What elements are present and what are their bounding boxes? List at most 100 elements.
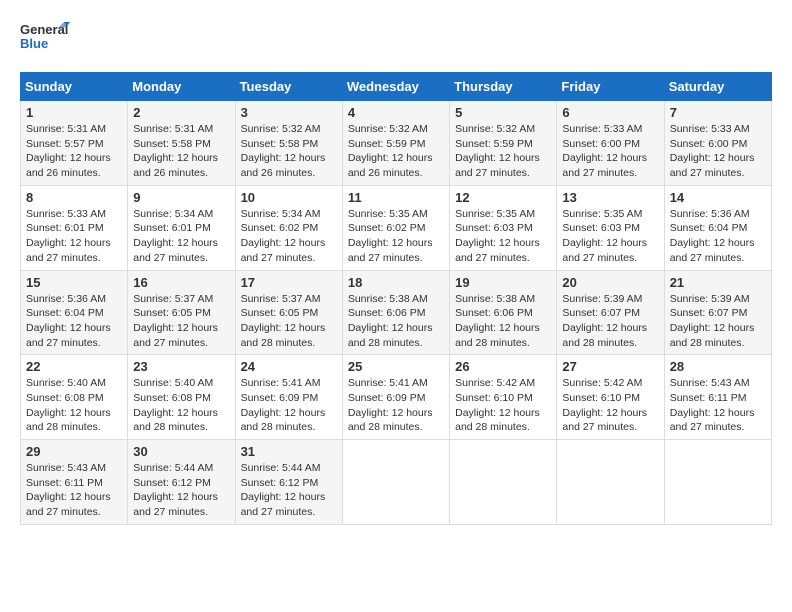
day-info: Sunrise: 5:33 AMSunset: 6:00 PMDaylight:… [670,122,766,181]
day-number: 19 [455,275,551,290]
day-info: Sunrise: 5:35 AMSunset: 6:02 PMDaylight:… [348,207,444,266]
day-number: 21 [670,275,766,290]
weekday-header: Sunday [21,73,128,101]
day-number: 14 [670,190,766,205]
day-info: Sunrise: 5:42 AMSunset: 6:10 PMDaylight:… [562,376,658,435]
day-number: 7 [670,105,766,120]
day-info: Sunrise: 5:34 AMSunset: 6:02 PMDaylight:… [241,207,337,266]
day-info: Sunrise: 5:41 AMSunset: 6:09 PMDaylight:… [348,376,444,435]
day-number: 1 [26,105,122,120]
calendar-cell: 20Sunrise: 5:39 AMSunset: 6:07 PMDayligh… [557,270,664,355]
calendar-cell: 22 Sunrise: 5:40 AMSunset: 6:08 PMDayligh… [21,355,128,440]
day-number: 23 [133,359,229,374]
day-info: Sunrise: 5:43 AMSunset: 6:11 PMDaylight:… [670,376,766,435]
day-info: Sunrise: 5:37 AMSunset: 6:05 PMDaylight:… [133,292,229,351]
day-number: 12 [455,190,551,205]
day-info: Sunrise: 5:33 AMSunset: 6:00 PMDaylight:… [562,122,658,181]
calendar-cell [664,440,771,525]
day-info: Sunrise: 5:38 AMSunset: 6:06 PMDaylight:… [348,292,444,351]
day-number: 28 [670,359,766,374]
day-info: Sunrise: 5:35 AMSunset: 6:03 PMDaylight:… [455,207,551,266]
day-number: 29 [26,444,122,459]
day-info: Sunrise: 5:40 AMSunset: 6:08 PMDaylight:… [26,376,122,435]
day-info: Sunrise: 5:37 AMSunset: 6:05 PMDaylight:… [241,292,337,351]
day-number: 25 [348,359,444,374]
page-header: General Blue [20,20,772,62]
day-info: Sunrise: 5:44 AMSunset: 6:12 PMDaylight:… [241,461,337,520]
calendar-cell: 17 Sunrise: 5:37 AMSunset: 6:05 PMDayligh… [235,270,342,355]
day-info: Sunrise: 5:36 AMSunset: 6:04 PMDaylight:… [26,292,122,351]
calendar-cell: 14 Sunrise: 5:36 AMSunset: 6:04 PMDayligh… [664,185,771,270]
calendar-cell: 29 Sunrise: 5:43 AMSunset: 6:11 PMDayligh… [21,440,128,525]
day-info: Sunrise: 5:35 AMSunset: 6:03 PMDaylight:… [562,207,658,266]
day-number: 3 [241,105,337,120]
calendar-cell: 28 Sunrise: 5:43 AMSunset: 6:11 PMDayligh… [664,355,771,440]
calendar-cell: 16 Sunrise: 5:37 AMSunset: 6:05 PMDayligh… [128,270,235,355]
calendar-week-row: 8Sunrise: 5:33 AMSunset: 6:01 PMDaylight… [21,185,772,270]
calendar-cell: 10 Sunrise: 5:34 AMSunset: 6:02 PMDayligh… [235,185,342,270]
weekday-header: Tuesday [235,73,342,101]
calendar-cell: 26 Sunrise: 5:42 AMSunset: 6:10 PMDayligh… [450,355,557,440]
day-info: Sunrise: 5:34 AMSunset: 6:01 PMDaylight:… [133,207,229,266]
day-info: Sunrise: 5:32 AMSunset: 5:58 PMDaylight:… [241,122,337,181]
calendar-header-row: SundayMondayTuesdayWednesdayThursdayFrid… [21,73,772,101]
calendar-cell: 27Sunrise: 5:42 AMSunset: 6:10 PMDayligh… [557,355,664,440]
calendar-cell: 13Sunrise: 5:35 AMSunset: 6:03 PMDayligh… [557,185,664,270]
calendar-cell: 7 Sunrise: 5:33 AMSunset: 6:00 PMDaylight… [664,101,771,186]
day-number: 26 [455,359,551,374]
calendar-cell: 21Sunrise: 5:39 AMSunset: 6:07 PMDayligh… [664,270,771,355]
day-info: Sunrise: 5:40 AMSunset: 6:08 PMDaylight:… [133,376,229,435]
day-number: 17 [241,275,337,290]
calendar-cell: 4Sunrise: 5:32 AMSunset: 5:59 PMDaylight… [342,101,449,186]
calendar-week-row: 15 Sunrise: 5:36 AMSunset: 6:04 PMDayligh… [21,270,772,355]
day-info: Sunrise: 5:39 AMSunset: 6:07 PMDaylight:… [562,292,658,351]
day-info: Sunrise: 5:44 AMSunset: 6:12 PMDaylight:… [133,461,229,520]
day-info: Sunrise: 5:33 AMSunset: 6:01 PMDaylight:… [26,207,122,266]
day-number: 2 [133,105,229,120]
day-info: Sunrise: 5:36 AMSunset: 6:04 PMDaylight:… [670,207,766,266]
weekday-header: Thursday [450,73,557,101]
day-number: 6 [562,105,658,120]
day-number: 22 [26,359,122,374]
calendar-cell [450,440,557,525]
calendar-cell [557,440,664,525]
weekday-header: Monday [128,73,235,101]
logo-svg: General Blue [20,20,70,62]
calendar-week-row: 1 Sunrise: 5:31 AMSunset: 5:57 PMDaylight… [21,101,772,186]
calendar-cell: 11 Sunrise: 5:35 AMSunset: 6:02 PMDayligh… [342,185,449,270]
weekday-header: Wednesday [342,73,449,101]
calendar-cell: 24 Sunrise: 5:41 AMSunset: 6:09 PMDayligh… [235,355,342,440]
day-info: Sunrise: 5:41 AMSunset: 6:09 PMDaylight:… [241,376,337,435]
calendar-cell: 5Sunrise: 5:32 AMSunset: 5:59 PMDaylight… [450,101,557,186]
day-info: Sunrise: 5:43 AMSunset: 6:11 PMDaylight:… [26,461,122,520]
day-number: 16 [133,275,229,290]
day-info: Sunrise: 5:32 AMSunset: 5:59 PMDaylight:… [348,122,444,181]
day-number: 15 [26,275,122,290]
day-number: 5 [455,105,551,120]
day-number: 9 [133,190,229,205]
calendar-table: SundayMondayTuesdayWednesdayThursdayFrid… [20,72,772,525]
weekday-header: Saturday [664,73,771,101]
calendar-cell: 9 Sunrise: 5:34 AMSunset: 6:01 PMDaylight… [128,185,235,270]
calendar-cell [342,440,449,525]
day-number: 30 [133,444,229,459]
weekday-header: Friday [557,73,664,101]
svg-text:Blue: Blue [20,36,48,51]
calendar-cell: 31 Sunrise: 5:44 AMSunset: 6:12 PMDayligh… [235,440,342,525]
calendar-cell: 25 Sunrise: 5:41 AMSunset: 6:09 PMDayligh… [342,355,449,440]
day-number: 10 [241,190,337,205]
calendar-cell: 19Sunrise: 5:38 AMSunset: 6:06 PMDayligh… [450,270,557,355]
calendar-cell: 6 Sunrise: 5:33 AMSunset: 6:00 PMDaylight… [557,101,664,186]
day-number: 11 [348,190,444,205]
calendar-cell: 2Sunrise: 5:31 AMSunset: 5:58 PMDaylight… [128,101,235,186]
calendar-week-row: 29 Sunrise: 5:43 AMSunset: 6:11 PMDayligh… [21,440,772,525]
day-number: 31 [241,444,337,459]
day-number: 24 [241,359,337,374]
calendar-cell: 18 Sunrise: 5:38 AMSunset: 6:06 PMDayligh… [342,270,449,355]
day-info: Sunrise: 5:42 AMSunset: 6:10 PMDaylight:… [455,376,551,435]
calendar-week-row: 22 Sunrise: 5:40 AMSunset: 6:08 PMDayligh… [21,355,772,440]
calendar-cell: 23 Sunrise: 5:40 AMSunset: 6:08 PMDayligh… [128,355,235,440]
day-number: 18 [348,275,444,290]
calendar-cell: 8Sunrise: 5:33 AMSunset: 6:01 PMDaylight… [21,185,128,270]
day-info: Sunrise: 5:31 AMSunset: 5:57 PMDaylight:… [26,122,122,181]
